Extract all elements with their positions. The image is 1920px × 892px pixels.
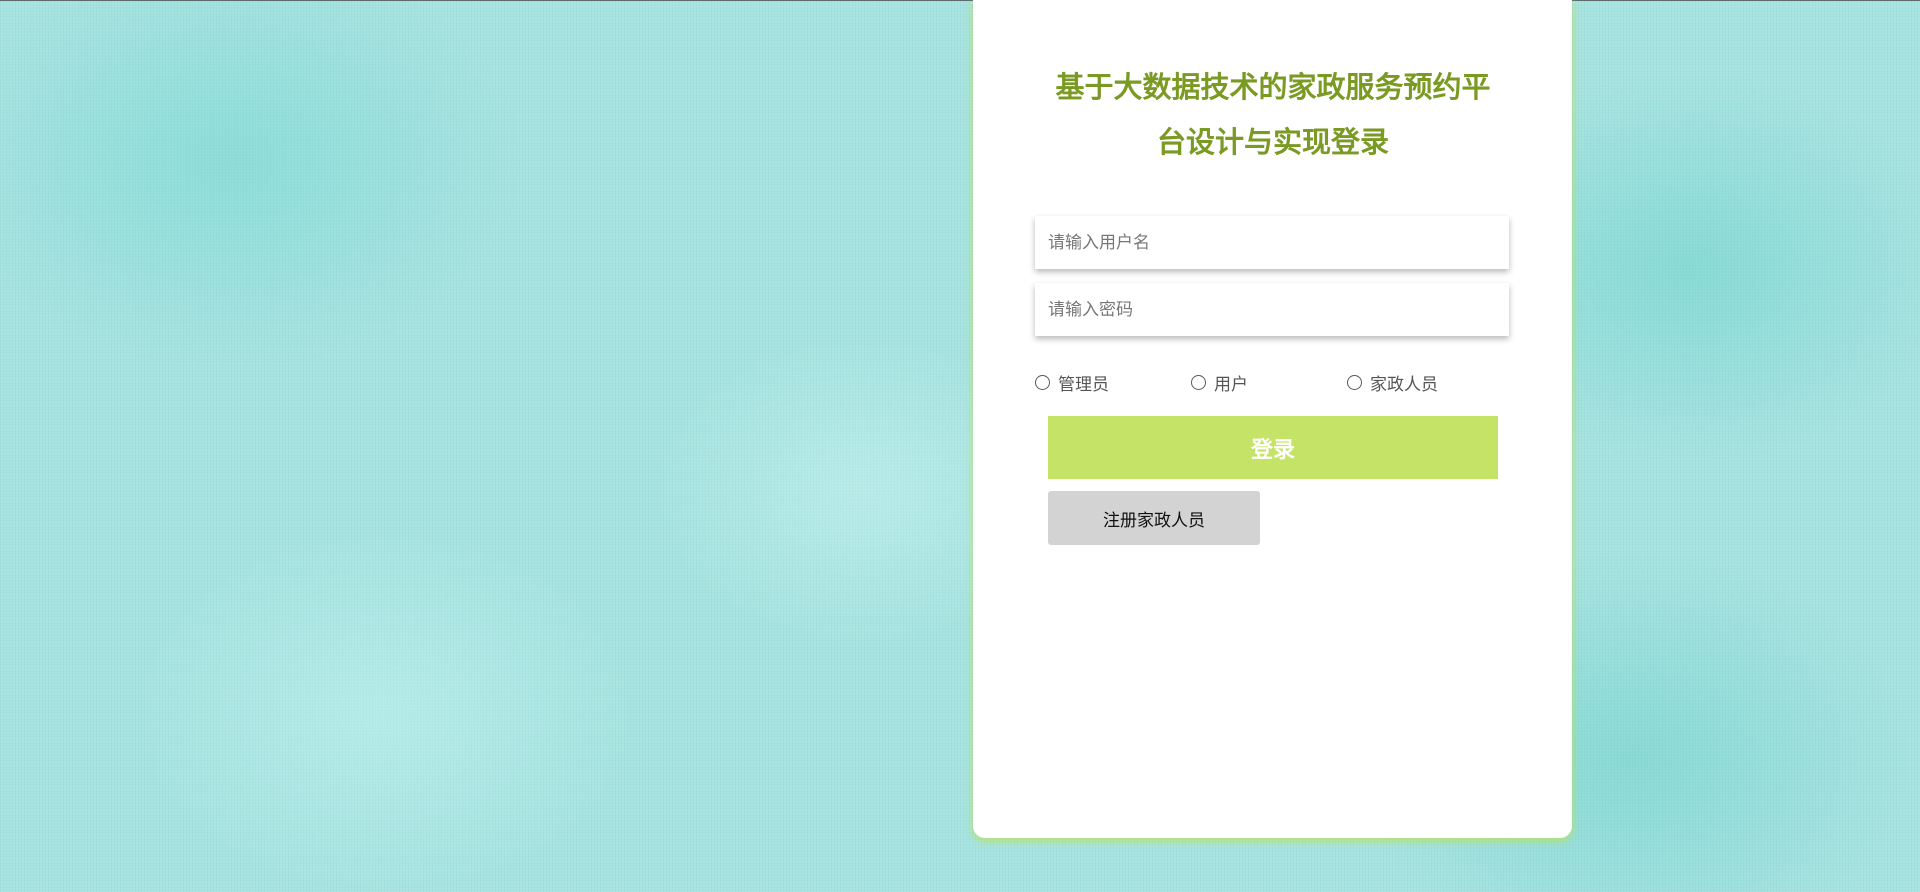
radio-housekeeper[interactable] [1347, 374, 1362, 390]
radio-user[interactable] [1191, 374, 1206, 390]
register-housekeeper-button[interactable]: 注册家政人员 [1048, 491, 1260, 545]
password-input[interactable] [1035, 283, 1509, 336]
role-option-housekeeper[interactable]: 家政人员 [1347, 370, 1438, 395]
password-field-wrapper [1035, 283, 1509, 336]
role-option-user[interactable]: 用户 [1191, 370, 1248, 395]
login-button[interactable]: 登录 [1048, 416, 1498, 479]
role-label-user: 用户 [1214, 374, 1248, 395]
login-panel: 基于大数据技术的家政服务预约平台设计与实现登录 管理员 用户 家政人员 登录 注… [973, 0, 1572, 838]
radio-admin[interactable] [1035, 374, 1050, 390]
username-input[interactable] [1035, 216, 1509, 269]
role-option-admin[interactable]: 管理员 [1035, 370, 1109, 395]
username-field-wrapper [1035, 216, 1509, 269]
top-border-line [0, 0, 1920, 1]
page-title: 基于大数据技术的家政服务预约平台设计与实现登录 [1055, 70, 1491, 159]
role-label-housekeeper: 家政人员 [1370, 374, 1438, 395]
role-label-admin: 管理员 [1058, 374, 1109, 395]
role-selector: 管理员 用户 家政人员 [1035, 370, 1515, 395]
